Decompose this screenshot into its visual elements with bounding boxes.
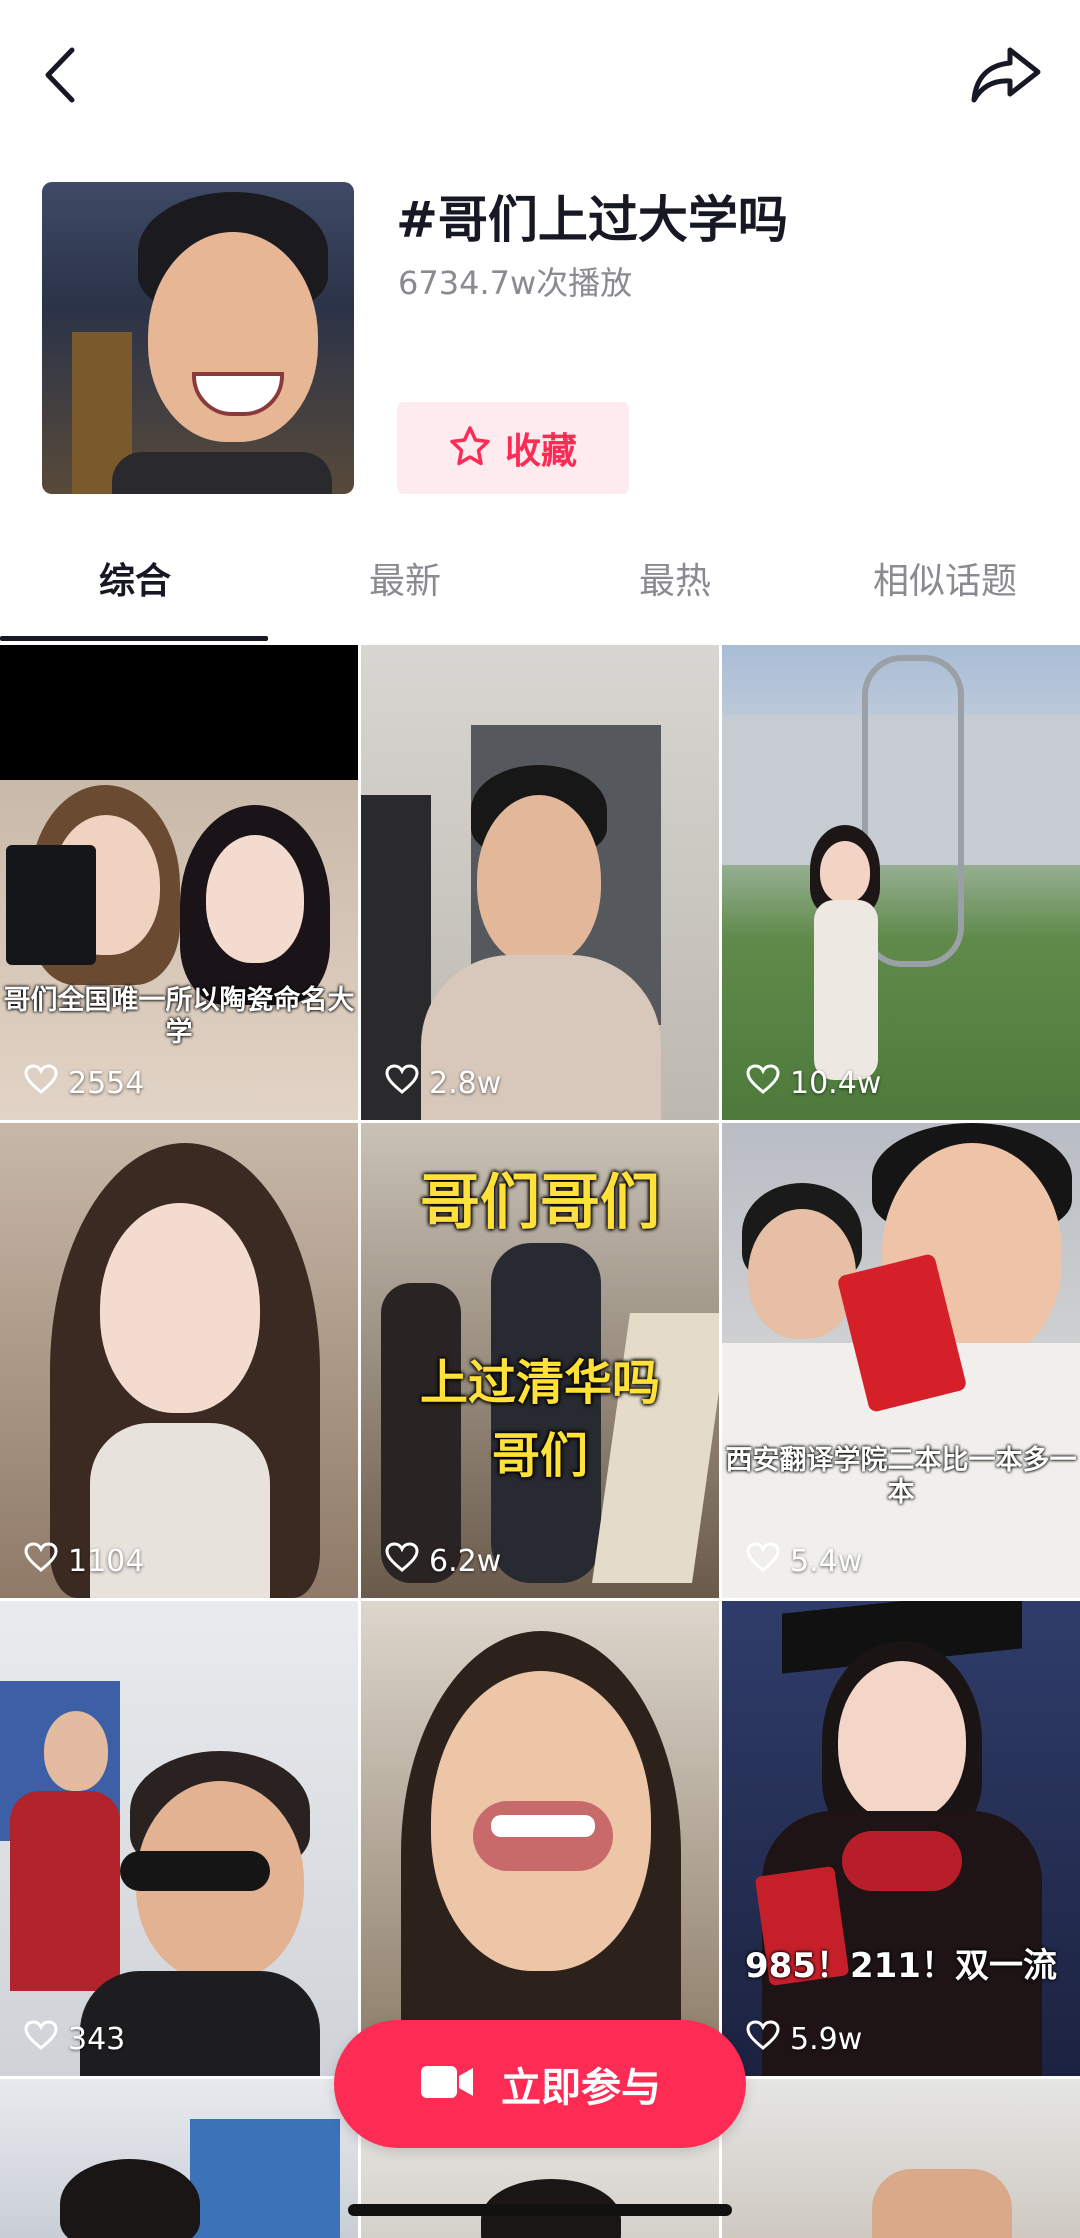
video-caption: 哥们哥们 xyxy=(420,1168,660,1238)
topic-title: #哥们上过大学吗 xyxy=(396,191,788,249)
active-tab-indicator xyxy=(0,636,268,641)
like-count: 10.4w xyxy=(790,1065,882,1101)
tab-similar-topics[interactable]: 相似话题 xyxy=(810,526,1080,638)
video-card[interactable]: 西安翻译学院二本比一本多一本 5.4w xyxy=(722,1123,1080,1598)
video-card[interactable]: 1104 xyxy=(0,1123,358,1598)
back-icon[interactable] xyxy=(34,40,94,110)
heart-icon xyxy=(746,1064,780,1102)
video-card[interactable]: 哥们哥们 上过清华吗 哥们 6.2w xyxy=(361,1123,719,1598)
video-card[interactable] xyxy=(722,2079,1080,2238)
tab-bar: 综合 最新 最热 相似话题 xyxy=(0,526,1080,642)
video-card[interactable]: 哥们全国唯一所以陶瓷命名大学 2554 xyxy=(0,645,358,1120)
topic-cover-image xyxy=(42,182,354,494)
like-count: 343 xyxy=(68,2021,126,2057)
tab-hottest[interactable]: 最热 xyxy=(540,526,810,638)
video-card[interactable] xyxy=(361,1601,719,2076)
tab-all[interactable]: 综合 xyxy=(0,526,270,638)
favorite-button[interactable]: 收藏 xyxy=(397,402,629,494)
favorite-label: 收藏 xyxy=(504,431,577,472)
like-count: 1104 xyxy=(68,1543,145,1579)
heart-icon xyxy=(385,1064,419,1102)
tab-latest[interactable]: 最新 xyxy=(270,526,540,638)
heart-icon xyxy=(24,1542,58,1580)
play-count: 6734.7w次播放 xyxy=(398,264,633,302)
video-card[interactable]: 10.4w xyxy=(722,645,1080,1120)
home-indicator[interactable] xyxy=(348,2204,732,2216)
like-count: 5.4w xyxy=(790,1543,863,1579)
heart-icon xyxy=(746,1542,780,1580)
like-count: 2.8w xyxy=(429,1065,502,1101)
join-now-label: 立即参与 xyxy=(501,2065,661,2111)
video-card[interactable]: 343 xyxy=(0,1601,358,2076)
heart-icon xyxy=(24,2020,58,2058)
video-camera-icon xyxy=(419,2063,475,2105)
video-caption: 西安翻译学院二本比一本多一本 xyxy=(725,1445,1077,1509)
video-caption-line2: 上过清华吗 xyxy=(419,1355,660,1411)
like-count: 2554 xyxy=(68,1065,145,1101)
video-card[interactable] xyxy=(0,2079,358,2238)
video-caption: 985！211！双一流 xyxy=(745,1946,1057,1986)
like-count: 6.2w xyxy=(429,1543,502,1579)
share-icon[interactable] xyxy=(968,36,1044,112)
video-caption: 哥们全国唯一所以陶瓷命名大学 xyxy=(3,985,355,1049)
star-icon xyxy=(449,425,491,471)
join-now-button[interactable]: 立即参与 xyxy=(334,2020,746,2148)
heart-icon xyxy=(385,1542,419,1580)
heart-icon xyxy=(24,1064,58,1102)
like-count: 5.9w xyxy=(790,2021,863,2057)
heart-icon xyxy=(746,2020,780,2058)
video-card[interactable]: 985！211！双一流 5.9w xyxy=(722,1601,1080,2076)
video-caption-line3: 哥们 xyxy=(491,1428,588,1484)
video-card[interactable]: 2.8w xyxy=(361,645,719,1120)
